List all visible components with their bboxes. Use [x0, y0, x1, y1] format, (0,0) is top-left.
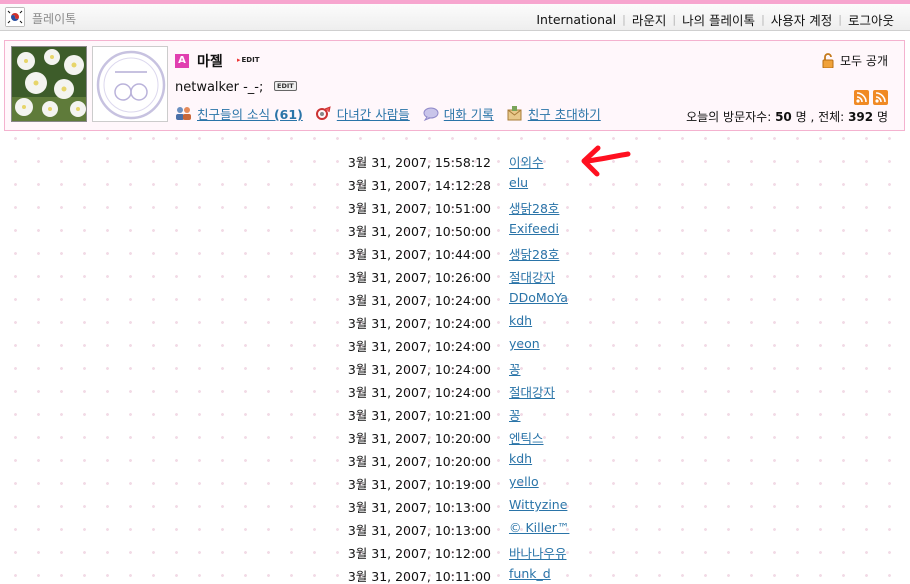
- list-item: 3월 31, 2007, 10:51:00 생닭28호: [0, 198, 910, 218]
- list-item: 3월 31, 2007, 10:19:00 yello: [0, 474, 910, 494]
- list-item: 3월 31, 2007, 10:20:00 엔틱스: [0, 428, 910, 448]
- list-item: 3월 31, 2007, 10:50:00 Exifeedi: [0, 221, 910, 241]
- visit-time: 3월 31, 2007, 10:24:00: [347, 293, 491, 308]
- grade-badge: A: [175, 54, 189, 68]
- visit-time: 3월 31, 2007, 10:24:00: [347, 316, 491, 331]
- list-item: 3월 31, 2007, 10:44:00 생닭28호: [0, 244, 910, 264]
- visitors-total-count: 392: [848, 110, 874, 124]
- visit-time: 3월 31, 2007, 10:13:00: [347, 523, 491, 538]
- list-item: 3월 31, 2007, 10:20:00 kdh: [0, 451, 910, 471]
- korea-flag-icon[interactable]: [5, 7, 25, 27]
- visitor-name-link[interactable]: 절대강자: [509, 382, 555, 401]
- visit-time: 3월 31, 2007, 10:26:00: [347, 270, 491, 285]
- visit-time: 3월 31, 2007, 10:19:00: [347, 477, 491, 492]
- nav-lounge[interactable]: 라운지: [626, 10, 673, 29]
- visitor-name-link[interactable]: yello: [509, 474, 539, 489]
- privacy-label: 모두 공개: [840, 54, 888, 68]
- top-bar: 플레이톡 International | 라운지 | 나의 플레이톡 | 사용자…: [0, 4, 910, 31]
- visitors-today-count: 50: [775, 110, 792, 124]
- list-item: 3월 31, 2007, 10:13:00 Wittyzine: [0, 497, 910, 517]
- edit-name-button[interactable]: EDIT: [237, 56, 260, 64]
- visitor-name-link[interactable]: DDoMoYa: [509, 290, 568, 305]
- visitor-name-link[interactable]: kdh: [509, 451, 532, 466]
- list-item: 3월 31, 2007, 10:21:00 꽁: [0, 405, 910, 425]
- friends-news-count: (61): [273, 107, 303, 122]
- visit-time: 3월 31, 2007, 10:20:00: [347, 431, 491, 446]
- visit-time: 3월 31, 2007, 10:24:00: [347, 362, 491, 377]
- visitor-name-link[interactable]: funk_d: [509, 566, 551, 581]
- chat-history-link[interactable]: 대화 기록: [422, 104, 494, 123]
- list-item: 3월 31, 2007, 10:26:00 절대강자: [0, 267, 910, 287]
- visitor-name-link[interactable]: Exifeedi: [509, 221, 559, 236]
- list-item: 3월 31, 2007, 10:13:00 © Killer™: [0, 520, 910, 540]
- status-message: netwalker -_-;: [175, 80, 264, 95]
- profile-name: 마젤: [197, 54, 223, 70]
- recent-visitors-label[interactable]: 다녀간 사람들: [337, 104, 410, 123]
- privacy-setting[interactable]: 모두 공개: [822, 52, 888, 69]
- visit-time: 3월 31, 2007, 10:24:00: [347, 339, 491, 354]
- visitor-count: 오늘의 방문자수: 50 명 , 전체: 392 명: [686, 110, 888, 124]
- visit-time: 3월 31, 2007, 10:12:00: [347, 546, 491, 561]
- friends-icon: [176, 107, 191, 120]
- nav-international[interactable]: International: [530, 12, 622, 27]
- friends-news-label[interactable]: 친구들의 소식 (61): [197, 104, 303, 123]
- visitor-name-link[interactable]: 꽁: [509, 405, 521, 424]
- list-item: 3월 31, 2007, 10:12:00 바나나우유: [0, 543, 910, 563]
- recent-visitors-link[interactable]: 다녀간 사람들: [315, 104, 410, 123]
- list-item: 3월 31, 2007, 10:11:00 funk_d: [0, 566, 910, 584]
- profile-stamp-image: [92, 46, 168, 122]
- visitor-name-link[interactable]: 엔틱스: [509, 428, 544, 447]
- visit-time: 3월 31, 2007, 10:50:00: [347, 224, 491, 239]
- visit-time: 3월 31, 2007, 10:44:00: [347, 247, 491, 262]
- visit-time: 3월 31, 2007, 10:11:00: [347, 569, 491, 584]
- brand-name[interactable]: 플레이톡: [32, 10, 76, 27]
- edit-status-button[interactable]: EDIT: [274, 81, 297, 91]
- visitor-name-link[interactable]: kdh: [509, 313, 532, 328]
- visit-time: 3월 31, 2007, 10:13:00: [347, 500, 491, 515]
- visitor-name-link[interactable]: 꽁: [509, 359, 521, 378]
- visitor-name-link[interactable]: 바나나우유: [509, 543, 567, 562]
- rss-feed-icon[interactable]: [854, 90, 869, 108]
- rss-icons: [850, 90, 888, 108]
- profile-panel: A 마젤 EDIT netwalker -_-; EDIT 친구들의 소식 (6…: [4, 40, 905, 131]
- list-item: 3월 31, 2007, 10:24:00 kdh: [0, 313, 910, 333]
- top-nav: International | 라운지 | 나의 플레이톡 | 사용자 계정 |…: [530, 10, 900, 29]
- invite-friend-link[interactable]: 친구 초대하기: [506, 104, 601, 123]
- nav-logout[interactable]: 로그아웃: [842, 10, 900, 29]
- visitor-name-link[interactable]: 생닭28호: [509, 198, 559, 217]
- invite-icon: [507, 106, 522, 121]
- visit-time: 3월 31, 2007, 15:58:12: [347, 155, 491, 170]
- red-arrow-annotation: [581, 145, 631, 177]
- nav-user-account[interactable]: 사용자 계정: [765, 10, 838, 29]
- list-item: 3월 31, 2007, 15:58:12 이외수: [0, 152, 910, 172]
- chat-history-label[interactable]: 대화 기록: [444, 104, 494, 123]
- visitor-name-link[interactable]: Wittyzine: [509, 497, 567, 512]
- list-item: 3월 31, 2007, 10:24:00 yeon: [0, 336, 910, 356]
- list-item: 3월 31, 2007, 10:24:00 꽁: [0, 359, 910, 379]
- visit-time: 3월 31, 2007, 10:24:00: [347, 385, 491, 400]
- visitor-name-link[interactable]: 절대강자: [509, 267, 555, 286]
- list-item: 3월 31, 2007, 10:24:00 DDoMoYa: [0, 290, 910, 310]
- profile-photo[interactable]: [11, 46, 87, 122]
- friends-news-link[interactable]: 친구들의 소식 (61): [175, 104, 303, 123]
- lock-icon: [822, 53, 834, 68]
- visitor-name-link[interactable]: yeon: [509, 336, 540, 351]
- list-item: 3월 31, 2007, 10:24:00 절대강자: [0, 382, 910, 402]
- visitor-name-link[interactable]: elu: [509, 175, 528, 190]
- visitor-name-link[interactable]: 이외수: [509, 152, 544, 171]
- invite-friend-label[interactable]: 친구 초대하기: [528, 104, 601, 123]
- visitor-name-link[interactable]: 생닭28호: [509, 244, 559, 263]
- visit-time: 3월 31, 2007, 10:20:00: [347, 454, 491, 469]
- visitors-icon: [315, 106, 331, 120]
- visit-time: 3월 31, 2007, 14:12:28: [347, 178, 491, 193]
- profile-links: 친구들의 소식 (61) 다녀간 사람들 대화 기록 친구 초대하기: [175, 104, 613, 123]
- visit-time: 3월 31, 2007, 10:51:00: [347, 201, 491, 216]
- nav-my-playtalk[interactable]: 나의 플레이톡: [676, 10, 761, 29]
- list-item: 3월 31, 2007, 14:12:28 elu: [0, 175, 910, 195]
- visitor-name-link[interactable]: © Killer™: [509, 520, 569, 535]
- visit-time: 3월 31, 2007, 10:21:00: [347, 408, 491, 423]
- rss-feed-icon[interactable]: [873, 90, 888, 108]
- chat-history-icon: [423, 107, 439, 121]
